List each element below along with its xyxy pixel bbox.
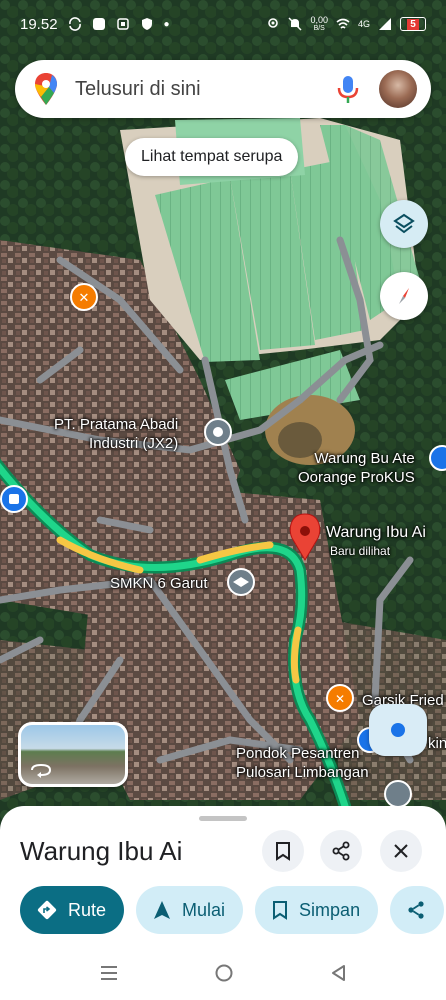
save-button[interactable] — [262, 830, 304, 872]
dot-icon: ● — [163, 18, 170, 30]
sim-icon — [116, 18, 129, 30]
school-marker[interactable] — [227, 568, 255, 596]
poi-marker-right[interactable] — [429, 445, 446, 471]
label-warung-bu-ate[interactable]: Warung Bu Ate Oorange ProKUS — [298, 450, 415, 488]
avatar[interactable] — [379, 70, 417, 108]
pesantren-marker[interactable] — [384, 780, 412, 808]
home-icon[interactable] — [214, 963, 234, 983]
maps-logo-icon — [35, 73, 57, 105]
location-icon — [268, 18, 279, 28]
label-selected-place-sub: Baru dilihat — [330, 544, 391, 558]
share-button[interactable] — [320, 830, 362, 872]
action-chips: Rute Mulai Simpan — [20, 886, 445, 934]
start-navigation-button[interactable]: Mulai — [136, 886, 244, 934]
save-chip-button[interactable]: Simpan — [255, 886, 379, 934]
restaurant-marker[interactable]: ✕ — [70, 283, 98, 311]
system-nav-bar — [0, 946, 446, 1000]
my-location-icon — [391, 723, 405, 737]
bookmark-icon — [276, 842, 290, 861]
sync-icon — [68, 17, 81, 31]
directions-button[interactable]: Rute — [20, 886, 125, 934]
share-chip-button[interactable] — [390, 886, 445, 934]
street-view-thumbnail[interactable] — [18, 722, 128, 787]
directions-icon — [37, 900, 57, 920]
signal-icon — [379, 18, 391, 30]
label-pesantren[interactable]: Pondok Pesantren Pulosari Limbangan — [236, 745, 369, 783]
share-icon — [408, 901, 424, 919]
status-time: 19.52 — [20, 15, 58, 33]
label-school[interactable]: SMKN 6 Garut — [110, 575, 208, 594]
compass-button[interactable] — [380, 272, 428, 320]
close-icon — [394, 844, 408, 858]
label-factory[interactable]: PT. Pratama Abadi Industri (JX2) — [54, 416, 178, 454]
mute-icon — [288, 17, 302, 31]
shield-icon — [141, 18, 152, 30]
layers-button[interactable] — [380, 200, 428, 248]
wifi-icon — [336, 18, 350, 29]
navigation-icon — [154, 901, 171, 919]
status-bar: 19.52 ● 0,00 B/S 4G 5 — [0, 0, 446, 48]
factory-marker[interactable] — [204, 418, 232, 446]
shop-marker[interactable] — [0, 485, 28, 513]
share-icon — [332, 841, 350, 861]
my-location-button[interactable] — [369, 704, 427, 756]
layers-icon — [393, 213, 415, 234]
restaurant-marker-2[interactable]: ✕ — [326, 684, 354, 712]
label-selected-place[interactable]: Warung Ibu Ai — [326, 523, 426, 543]
close-button[interactable] — [380, 830, 422, 872]
search-bar[interactable]: Telusuri di sini — [15, 60, 431, 118]
place-title: Warung Ibu Ai — [20, 836, 183, 866]
back-icon[interactable] — [329, 963, 347, 983]
signal-label: 4G — [357, 19, 370, 29]
microphone-icon[interactable] — [335, 74, 361, 104]
similar-places-chip[interactable]: Lihat tempat serupa — [125, 138, 299, 176]
net-speed: 0,00 B/S — [310, 15, 328, 33]
label-kin[interactable]: kin — [428, 735, 446, 754]
search-input[interactable]: Telusuri di sini — [75, 78, 335, 101]
bookmark-icon — [273, 901, 288, 920]
svg-text:✕: ✕ — [335, 692, 345, 706]
recent-apps-icon[interactable] — [99, 964, 119, 982]
compass-icon — [399, 288, 409, 304]
battery-icon: 5 — [400, 17, 426, 31]
svg-text:✕: ✕ — [79, 291, 90, 306]
app-icon — [92, 18, 105, 30]
sheet-drag-handle[interactable] — [199, 816, 247, 821]
street-view-rotate-icon — [31, 763, 52, 778]
